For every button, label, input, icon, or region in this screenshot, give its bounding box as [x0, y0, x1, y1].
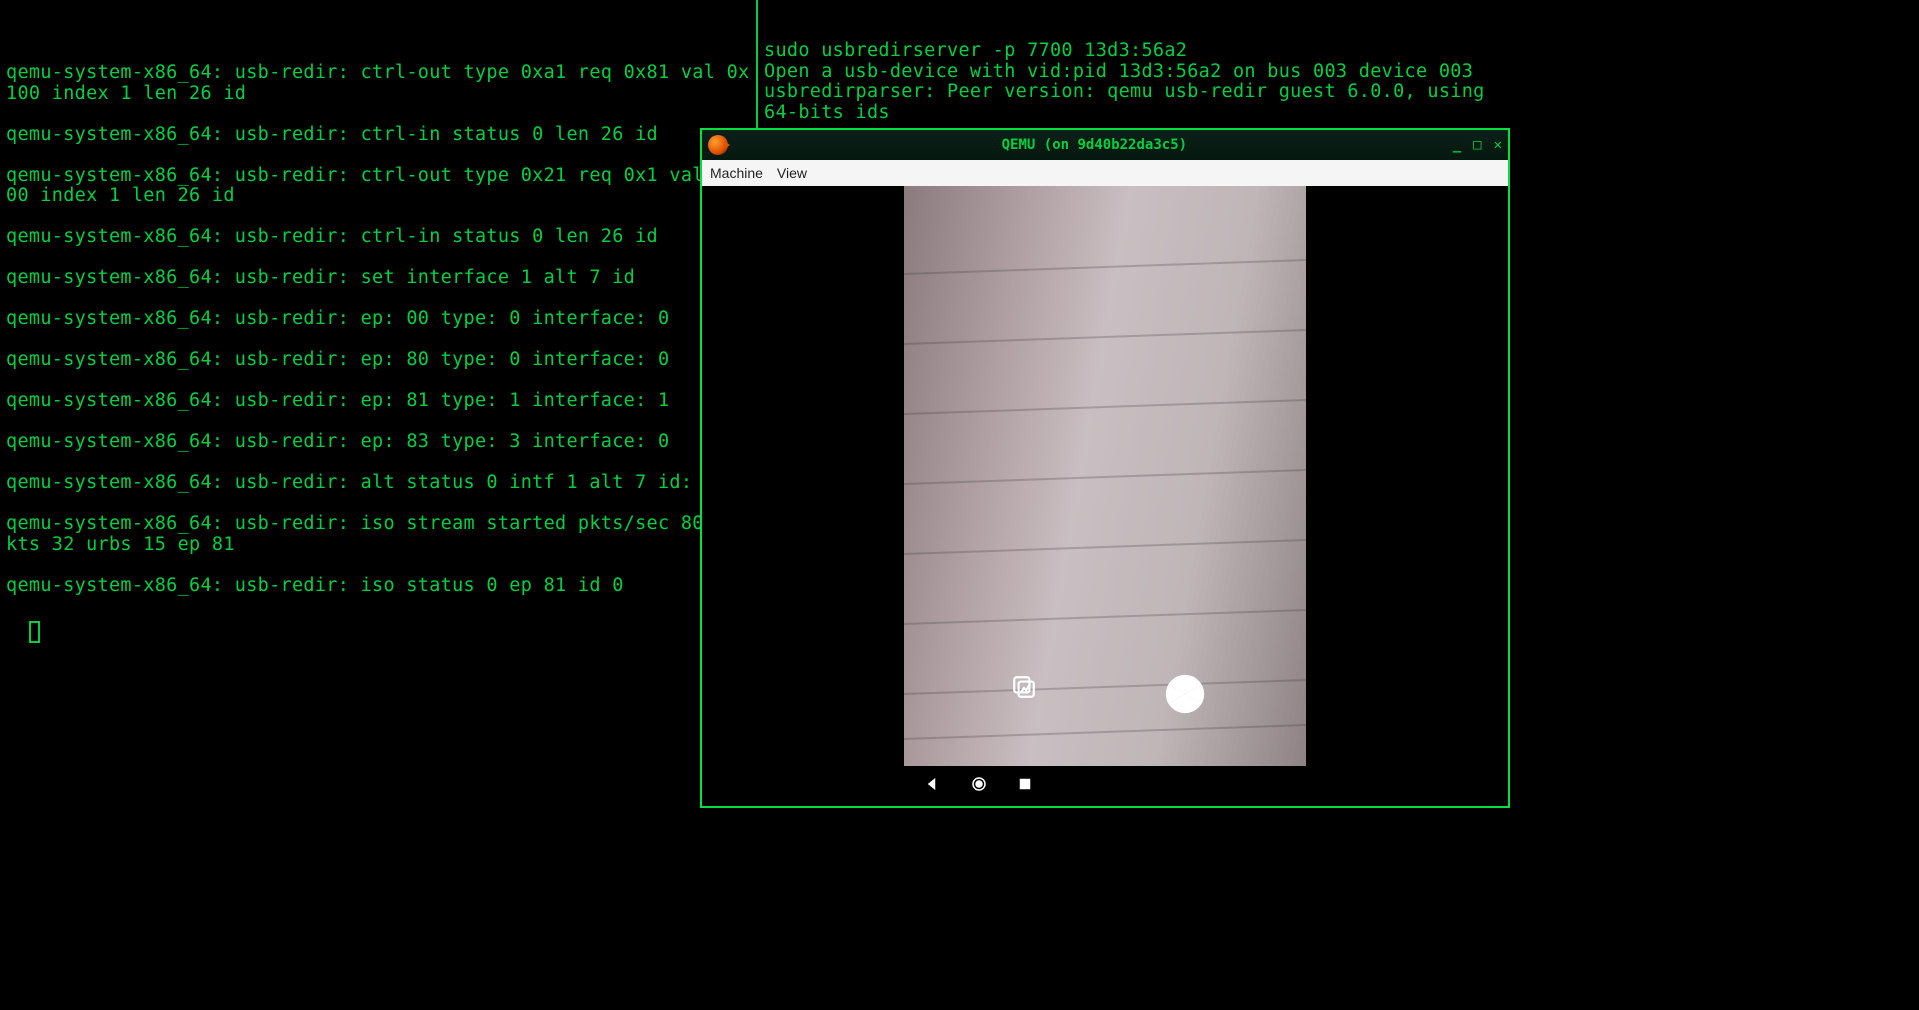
terminal-line	[6, 453, 756, 474]
paper-line	[904, 609, 1306, 625]
terminal-line: qemu-system-x86_64: usb-redir: ep: 00 ty…	[6, 309, 756, 330]
terminal-line: usbredirparser: Peer version: qemu usb-r…	[764, 82, 1504, 123]
terminal-line: qemu-system-x86_64: usb-redir: iso strea…	[6, 514, 756, 555]
terminal-line: sudo usbredirserver -p 7700 13d3:56a2	[764, 41, 1504, 62]
terminal-line	[6, 371, 756, 392]
shutter-button[interactable]	[1165, 674, 1199, 708]
terminal-line: qemu-system-x86_64: usb-redir: ctrl-out …	[6, 166, 756, 207]
camera-controls	[904, 656, 1306, 726]
terminal-line	[6, 412, 756, 433]
terminal-line: qemu-system-x86_64: usb-redir: iso statu…	[6, 576, 756, 597]
terminal-line: qemu-system-x86_64: usb-redir: set inter…	[6, 268, 756, 289]
qemu-guest-screen[interactable]	[702, 186, 1508, 806]
paper-line	[904, 329, 1306, 345]
terminal-line	[6, 330, 756, 351]
menu-machine[interactable]: Machine	[710, 165, 763, 181]
paper-line	[904, 399, 1306, 415]
terminal-line: qemu-system-x86_64: usb-redir: ctrl-in s…	[6, 227, 756, 248]
terminal-line: qemu-system-x86_64: usb-redir: ctrl-out …	[6, 63, 756, 104]
qemu-logo-icon	[708, 135, 728, 155]
terminal-line: qemu-system-x86_64: usb-redir: ep: 81 ty…	[6, 391, 756, 412]
window-title: QEMU (on 9d40b22da3c5)	[736, 137, 1453, 153]
maximize-button[interactable]: □	[1473, 137, 1481, 153]
qemu-menubar: Machine View	[702, 160, 1508, 186]
paper-line	[904, 469, 1306, 485]
terminal-line	[6, 555, 756, 576]
pane-separator	[756, 0, 758, 130]
terminal-line	[6, 289, 756, 310]
paper-line	[904, 259, 1306, 275]
camera-viewfinder[interactable]	[904, 186, 1306, 766]
cursor-icon	[29, 621, 40, 643]
close-button[interactable]: ✕	[1494, 137, 1502, 153]
terminal-line: qemu-system-x86_64: usb-redir: alt statu…	[6, 473, 756, 494]
terminal-line	[6, 207, 756, 228]
android-screen[interactable]	[904, 186, 1306, 806]
terminal-line	[6, 248, 756, 269]
terminal-line: qemu-system-x86_64: usb-redir: ep: 83 ty…	[6, 432, 756, 453]
paper-line	[904, 539, 1306, 555]
gallery-button[interactable]	[1011, 674, 1045, 708]
terminal-line	[6, 494, 756, 515]
terminal-left[interactable]: qemu-system-x86_64: usb-redir: ctrl-out …	[6, 22, 756, 648]
android-navbar	[904, 766, 1306, 806]
paper-line	[904, 724, 1306, 740]
minimize-button[interactable]: _	[1453, 137, 1461, 153]
terminal-line: Open a usb-device with vid:pid 13d3:56a2…	[764, 62, 1504, 83]
terminal-line	[6, 145, 756, 166]
recents-button[interactable]	[1016, 775, 1034, 797]
terminal-line: qemu-system-x86_64: usb-redir: ep: 80 ty…	[6, 350, 756, 371]
menu-view[interactable]: View	[777, 165, 807, 181]
terminal-line	[6, 104, 756, 125]
home-button[interactable]	[970, 775, 988, 797]
back-button[interactable]	[924, 775, 942, 797]
terminal-line: qemu-system-x86_64: usb-redir: ctrl-in s…	[6, 125, 756, 146]
qemu-window[interactable]: QEMU (on 9d40b22da3c5) _ □ ✕ Machine Vie…	[700, 128, 1510, 808]
qemu-titlebar[interactable]: QEMU (on 9d40b22da3c5) _ □ ✕	[702, 130, 1508, 160]
